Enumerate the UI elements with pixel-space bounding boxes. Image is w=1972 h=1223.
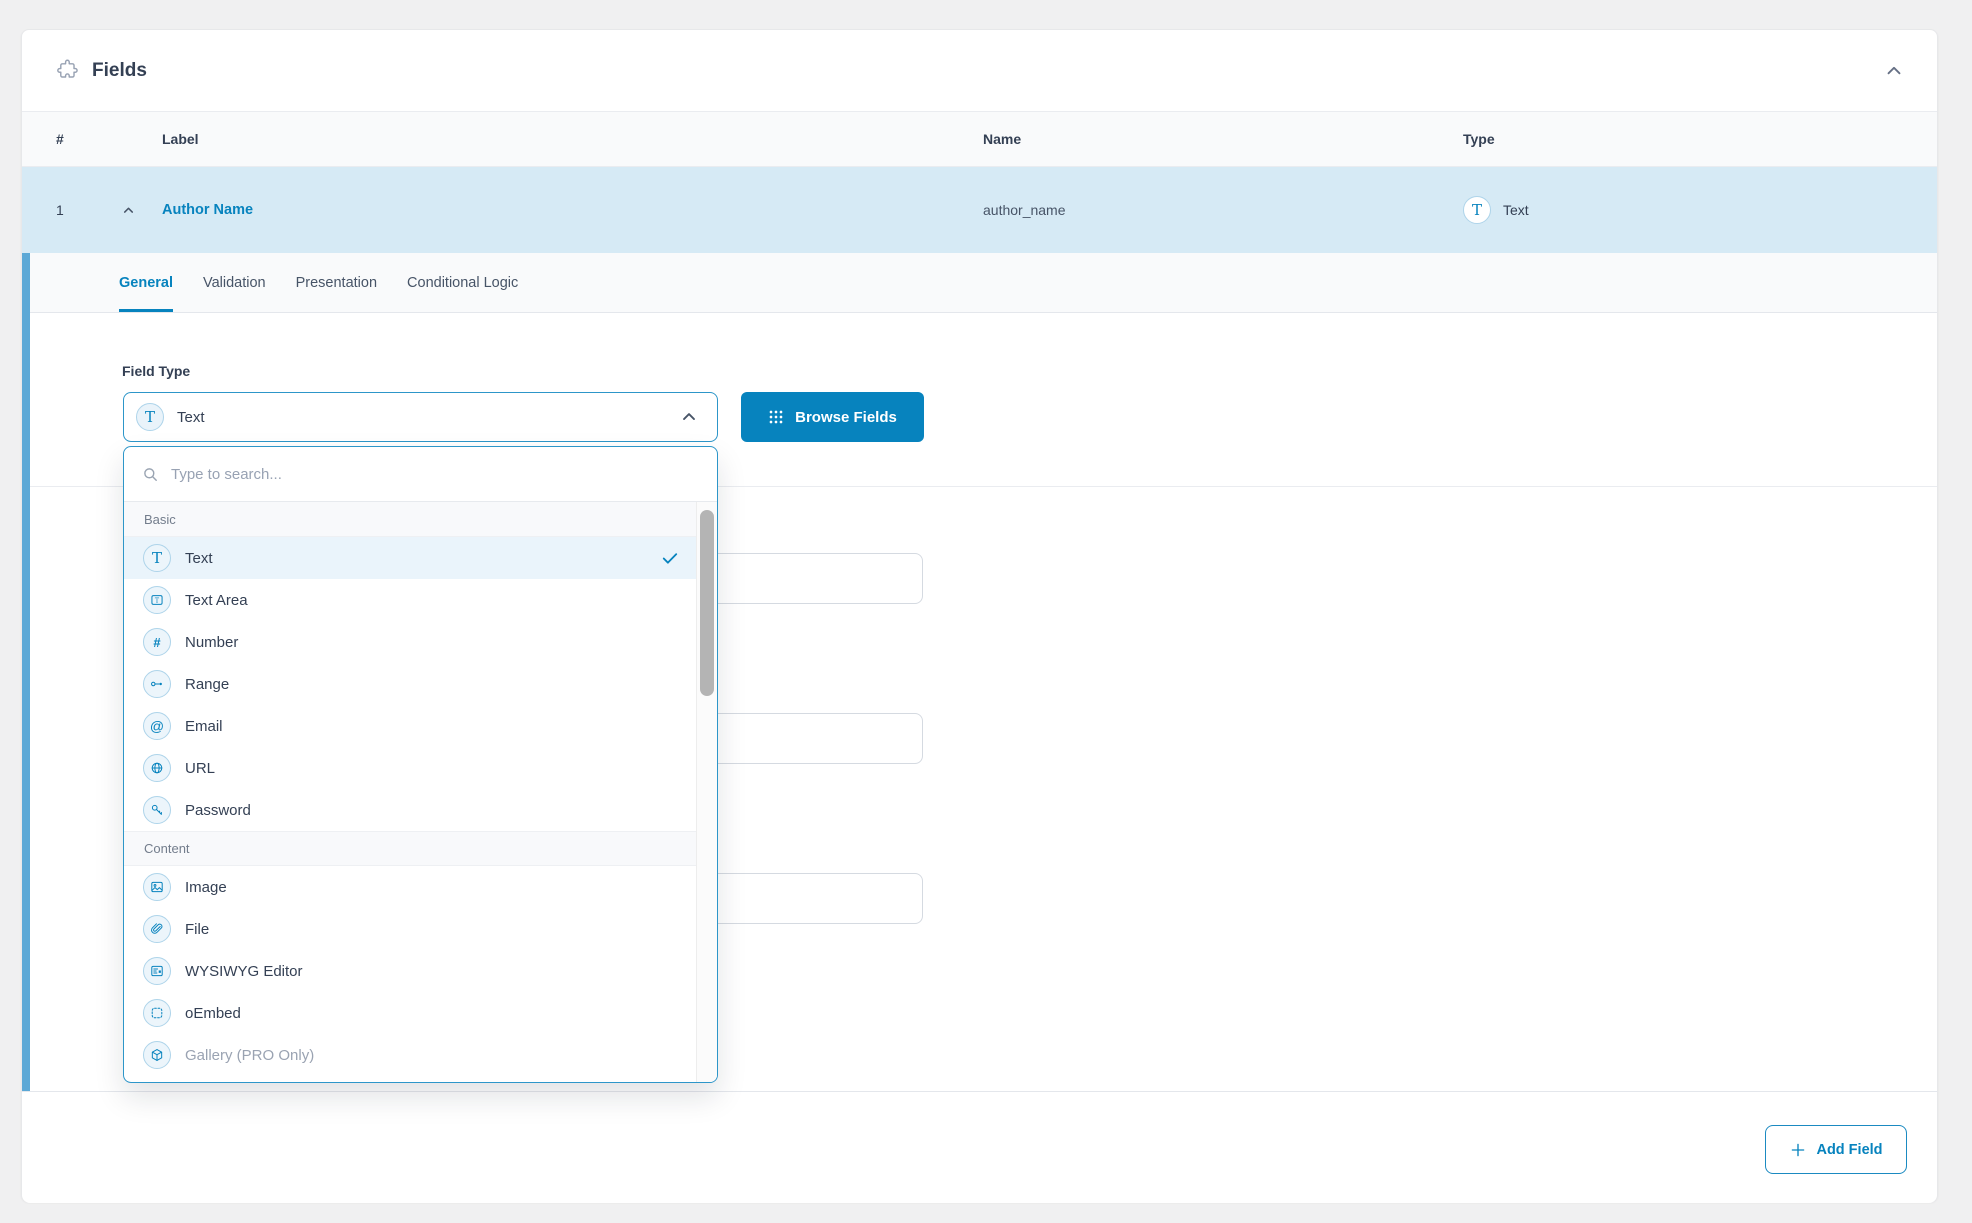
dropdown-item-label: Text Area — [185, 592, 248, 609]
dropdown-item-url[interactable]: URL — [124, 747, 696, 789]
field-type-selected-value: Text — [177, 409, 205, 426]
dropdown-item-email[interactable]: @ Email — [124, 705, 696, 747]
wysiwyg-icon — [143, 957, 171, 985]
browse-fields-button[interactable]: Browse Fields — [741, 392, 924, 442]
dropdown-item-label: Email — [185, 718, 223, 735]
dropdown-item-image[interactable]: Image — [124, 866, 696, 908]
field-type-setting-label: Field Type — [122, 363, 190, 379]
dropdown-item-label: WYSIWYG Editor — [185, 963, 303, 980]
chevron-up-icon — [679, 407, 699, 427]
text-icon: T — [136, 403, 164, 431]
table-header-row: # Label Name Type — [22, 111, 1937, 167]
dropdown-item-wysiwyg-editor[interactable]: WYSIWYG Editor — [124, 950, 696, 992]
svg-text:T: T — [155, 597, 160, 604]
column-header-number: # — [56, 131, 64, 147]
add-field-label: Add Field — [1816, 1142, 1882, 1158]
column-header-name: Name — [983, 131, 1021, 147]
tab-conditional-logic[interactable]: Conditional Logic — [407, 253, 518, 312]
gallery-icon — [143, 1041, 171, 1069]
field-type-list: Basic T Text T Text Area # Number Range @ Email UR… — [124, 502, 696, 1076]
settings-tabbar: General Validation Presentation Conditio… — [30, 253, 1937, 313]
dropdown-item-range[interactable]: Range — [124, 663, 696, 705]
url-icon — [143, 754, 171, 782]
textarea-icon: T — [143, 586, 171, 614]
page-background: { "panel": { "title": "Fields" }, "table… — [0, 0, 1972, 1223]
email-icon: @ — [143, 712, 171, 740]
browse-fields-label: Browse Fields — [795, 409, 897, 426]
scrollbar-thumb[interactable] — [700, 510, 714, 696]
password-icon — [143, 796, 171, 824]
dropdown-item-label: Password — [185, 802, 251, 819]
dropdown-search-row — [124, 447, 717, 502]
field-type-value: Text — [1503, 202, 1529, 218]
dropdown-item-label: File — [185, 921, 209, 938]
dropdown-item-label: Range — [185, 676, 229, 693]
add-field-button[interactable]: Add Field — [1765, 1125, 1907, 1174]
search-icon — [141, 465, 160, 484]
panel-header: Fields — [22, 30, 1937, 111]
dropdown-item-label: Image — [185, 879, 227, 896]
dropdown-item-label: URL — [185, 760, 215, 777]
dropdown-item-label: Gallery (PRO Only) — [185, 1047, 314, 1064]
section-header-basic: Basic — [124, 502, 696, 537]
chevron-up-icon — [1883, 60, 1905, 82]
dropdown-item-file[interactable]: File — [124, 908, 696, 950]
dropdown-item-label: Text — [185, 550, 213, 567]
chevron-up-icon — [121, 203, 136, 218]
field-type-badge: T Text — [1463, 196, 1529, 224]
field-type-list-viewport: Basic T Text T Text Area # Number Range @ Email UR… — [124, 502, 717, 1082]
text-icon: T — [143, 544, 171, 572]
dropdown-item-text-area[interactable]: T Text Area — [124, 579, 696, 621]
puzzle-icon — [56, 59, 79, 82]
oembed-icon — [143, 999, 171, 1027]
dropdown-item-gallery-pro-only[interactable]: Gallery (PRO Only) — [124, 1034, 696, 1076]
fields-panel: Fields # Label Name Type 1 Author Name a… — [21, 29, 1938, 1202]
tab-general[interactable]: General — [119, 253, 173, 312]
tab-validation[interactable]: Validation — [203, 253, 266, 312]
check-icon — [660, 548, 680, 568]
number-icon: # — [143, 628, 171, 656]
text-icon: T — [1463, 196, 1491, 224]
section-header-content: Content — [124, 831, 696, 866]
tab-presentation[interactable]: Presentation — [296, 253, 377, 312]
dropdown-item-label: Number — [185, 634, 238, 651]
panel-title: Fields — [92, 60, 147, 82]
dropdown-item-text[interactable]: T Text — [124, 537, 696, 579]
column-header-type: Type — [1463, 131, 1495, 147]
row-collapse-toggle[interactable] — [115, 197, 141, 223]
row-number: 1 — [56, 202, 64, 218]
search-input[interactable] — [171, 466, 701, 483]
image-icon — [143, 873, 171, 901]
panel-footer: Add Field — [22, 1091, 1937, 1203]
plus-icon — [1789, 1141, 1807, 1159]
dropdown-item-oembed[interactable]: oEmbed — [124, 992, 696, 1034]
grid-icon — [768, 409, 784, 425]
field-name-value: author_name — [983, 202, 1066, 218]
table-row[interactable]: 1 Author Name author_name T Text — [22, 167, 1937, 253]
file-icon — [143, 915, 171, 943]
dropdown-item-number[interactable]: # Number — [124, 621, 696, 663]
panel-collapse-button[interactable] — [1879, 56, 1909, 86]
field-label-link[interactable]: Author Name — [162, 202, 253, 218]
expanded-accent-bar — [22, 253, 30, 1091]
column-header-label: Label — [162, 131, 199, 147]
field-type-dropdown: Basic T Text T Text Area # Number Range @ Email UR… — [123, 446, 718, 1083]
dropdown-item-label: oEmbed — [185, 1005, 241, 1022]
dropdown-item-password[interactable]: Password — [124, 789, 696, 831]
range-icon — [143, 670, 171, 698]
field-type-select[interactable]: T Text — [123, 392, 718, 442]
